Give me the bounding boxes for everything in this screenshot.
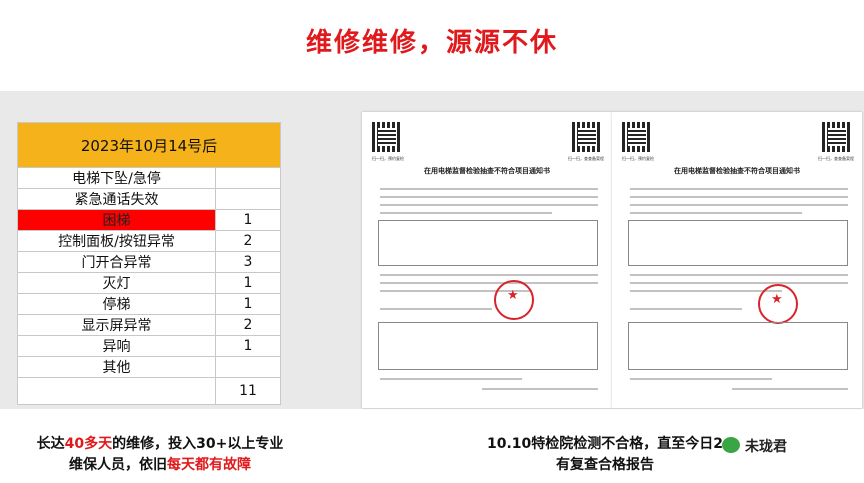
text-line — [380, 204, 598, 206]
qr-code-icon — [822, 122, 852, 152]
fault-count: 1 — [215, 293, 281, 315]
text-line — [630, 308, 742, 310]
text-line — [630, 378, 772, 380]
signature-table — [628, 322, 848, 370]
text-line — [630, 204, 848, 206]
fault-name: 异响 — [17, 335, 216, 357]
official-stamp — [494, 280, 534, 320]
fault-name: 控制面板/按钮异常 — [17, 230, 216, 252]
table-row: 灭灯 1 — [17, 272, 281, 294]
caption-text: 长达 — [36, 436, 65, 452]
official-stamp — [758, 284, 798, 324]
qr-code-icon — [572, 122, 602, 152]
text-line — [630, 188, 848, 190]
fault-count — [215, 356, 281, 378]
table-row: 异响 1 — [17, 335, 281, 357]
text-line — [630, 196, 848, 198]
text-line — [630, 282, 848, 284]
table-row: 紧急通话失效 — [17, 188, 281, 210]
fault-name: 门开合异常 — [17, 251, 216, 273]
table-row: 控制面板/按钮异常 2 — [17, 230, 281, 252]
text-line — [380, 378, 522, 380]
fault-name: 紧急通话失效 — [17, 188, 216, 210]
total-count: 11 — [215, 377, 281, 405]
table-row: 门开合异常 3 — [17, 251, 281, 273]
text-line — [380, 308, 492, 310]
nonconformity-table — [628, 220, 848, 266]
total-label — [17, 377, 216, 405]
qr-code-icon — [372, 122, 402, 152]
signature-table — [378, 322, 598, 370]
caption-left-line2: 维保人员，依旧每天都有故障 — [10, 455, 310, 476]
fault-count: 2 — [215, 314, 281, 336]
fault-count — [215, 167, 281, 189]
qr-caption: 扫一扫，预约复检 — [372, 156, 404, 161]
caption-right-line2: 有复查合格报告 — [556, 457, 654, 473]
table-header: 2023年10月14号后 — [17, 122, 281, 168]
text-line — [380, 196, 598, 198]
text-line — [630, 274, 848, 276]
fault-count: 2 — [215, 230, 281, 252]
caption-text: 维保人员，依旧 — [69, 457, 167, 473]
caption-left: 长达40多天的维修，投入30+以上专业 维保人员，依旧每天都有故障 — [10, 434, 310, 476]
text-line — [732, 388, 848, 390]
fault-name: 停梯 — [17, 293, 216, 315]
fault-count: 1 — [215, 272, 281, 294]
table-header-row: 2023年10月14号后 — [17, 122, 281, 168]
table-row-highlighted: 困梯 1 — [17, 209, 281, 231]
text-line — [380, 274, 598, 276]
fault-table: 2023年10月14号后 电梯下坠/急停 紧急通话失效 困梯 1 控制面板/按钮异… — [17, 122, 281, 405]
qr-caption: 扫一扫，预约复检 — [622, 156, 654, 161]
fault-count: 1 — [215, 335, 281, 357]
qr-caption: 扫一扫，查查备案程 — [818, 156, 854, 161]
qr-code-icon — [622, 122, 652, 152]
inspection-notice-2: 扫一扫，预约复检 扫一扫，查查备案程 在用电梯监督检验抽查不符合项目通知书 — [612, 112, 862, 408]
nonconformity-table — [378, 220, 598, 266]
fault-count: 1 — [215, 209, 281, 231]
fault-name: 困梯 — [17, 209, 216, 231]
caption-highlight: 每天都有故障 — [167, 457, 251, 473]
text-line — [630, 290, 782, 292]
table-row: 电梯下坠/急停 — [17, 167, 281, 189]
caption-right-line1: 10.10特检院检测不合格，直至今日2 — [486, 436, 724, 452]
table-total-row: 11 — [17, 377, 281, 405]
fault-count: 3 — [215, 251, 281, 273]
table-row: 显示屏异常 2 — [17, 314, 281, 336]
inspection-notice-1: 扫一扫，预约复检 扫一扫，查查备案程 在用电梯监督检验抽查不符合项目通知书 — [362, 112, 612, 408]
document-title: 在用电梯监督检验抽查不符合项目通知书 — [424, 167, 550, 175]
caption-highlight: 40多天 — [64, 436, 113, 452]
fault-name: 显示屏异常 — [17, 314, 216, 336]
fault-count — [215, 188, 281, 210]
wechat-icon — [722, 437, 740, 453]
text-line — [380, 188, 598, 190]
watermark: 未珑君 — [745, 439, 787, 455]
text-line — [630, 212, 802, 214]
caption-text: 的维修，投入30+以上专业 — [112, 436, 284, 452]
fault-name: 灭灯 — [17, 272, 216, 294]
text-line — [380, 282, 598, 284]
page-title: 维修维修，源源不休 — [305, 28, 558, 58]
fault-name: 电梯下坠/急停 — [17, 167, 216, 189]
text-line — [482, 388, 598, 390]
qr-caption: 扫一扫，查查备案程 — [568, 156, 604, 161]
table-row: 停梯 1 — [17, 293, 281, 315]
table-row: 其他 — [17, 356, 281, 378]
text-line — [380, 212, 552, 214]
caption-right: 10.10特检院检测不合格，直至今日2 有复查合格报告 — [440, 434, 770, 476]
document-title: 在用电梯监督检验抽查不符合项目通知书 — [674, 167, 800, 175]
fault-name: 其他 — [17, 356, 216, 378]
caption-left-line1: 长达40多天的维修，投入30+以上专业 — [10, 434, 310, 455]
